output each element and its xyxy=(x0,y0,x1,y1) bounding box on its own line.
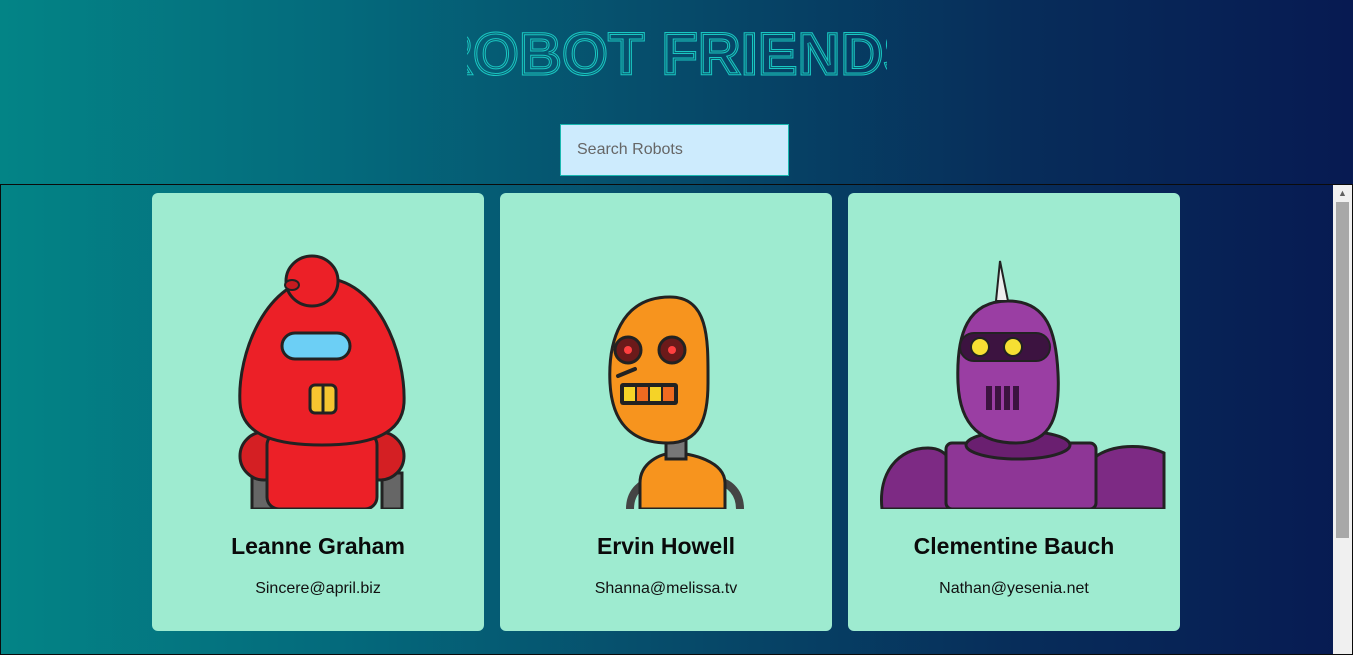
scroll-up-arrow-icon[interactable]: ▲ xyxy=(1333,185,1352,202)
svg-text:ROBOT FRIENDS: ROBOT FRIENDS xyxy=(467,22,887,84)
search-input[interactable] xyxy=(560,124,789,176)
robot-name: Ervin Howell xyxy=(596,533,736,559)
robot-avatar-red xyxy=(238,254,406,509)
robot-email: Sincere@april.biz xyxy=(255,580,381,597)
robot-name: Leanne Graham xyxy=(231,533,405,559)
robot-email: Nathan@yesenia.net xyxy=(939,580,1089,597)
app-title-logo: ROBOT FRIENDS ROBOT FRIENDS xyxy=(467,22,887,84)
robot-list-scroll-area[interactable]: Leanne Graham Sincere@april.biz Ervin Ho… xyxy=(0,184,1353,655)
robot-card[interactable]: Leanne Graham Sincere@april.biz xyxy=(152,193,484,631)
robot-avatar-purple xyxy=(880,260,1166,509)
robot-name: Clementine Bauch xyxy=(913,533,1115,559)
app-title: ROBOT FRIENDS ROBOT FRIENDS xyxy=(0,22,1353,89)
vertical-scrollbar[interactable]: ▲ xyxy=(1333,185,1352,654)
robot-email: Shanna@melissa.tv xyxy=(594,580,738,597)
scrollbar-thumb[interactable] xyxy=(1336,202,1349,538)
robot-card[interactable]: Clementine Bauch Nathan@yesenia.net xyxy=(848,193,1180,631)
robot-card[interactable]: Ervin Howell Shanna@melissa.tv xyxy=(500,193,832,631)
app-header: ROBOT FRIENDS ROBOT FRIENDS xyxy=(0,0,1353,184)
robot-avatar-orange xyxy=(608,295,744,509)
